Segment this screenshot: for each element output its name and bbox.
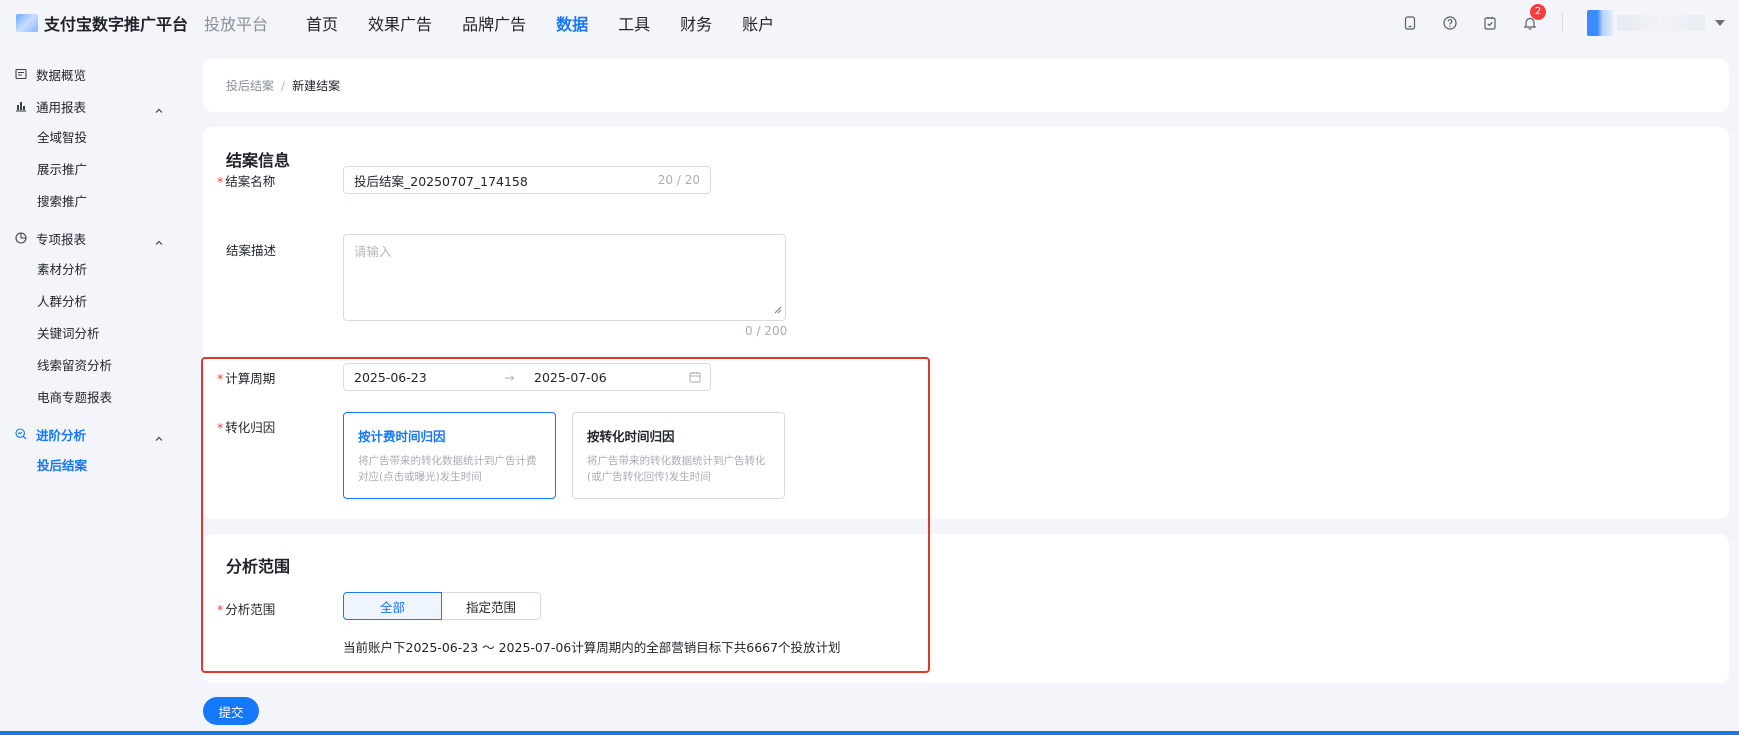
scope-label: * 分析范围 (217, 602, 276, 617)
resize-grip-icon[interactable] (774, 302, 782, 317)
bar-chart-icon (14, 99, 28, 113)
nav-finance[interactable]: 财务 (680, 11, 712, 35)
scope-summary-text: 当前账户下2025-06-23 ～ 2025-07-06计算周期内的全部营销目标… (343, 640, 841, 655)
nav-account[interactable]: 账户 (742, 11, 774, 35)
case-name-value: 投后结案_20250707_174158 (354, 173, 528, 189)
case-name-label: * 结案名称 (217, 174, 276, 189)
date-range-arrow-icon: → (504, 370, 515, 385)
period-label: * 计算周期 (217, 371, 276, 386)
sidebar-group-label: 专项报表 (36, 231, 87, 247)
attribution-label: * 转化归因 (217, 420, 276, 435)
date-range-picker[interactable]: 2025-06-23 → 2025-07-06 (343, 363, 711, 391)
task-check-icon[interactable] (1482, 15, 1498, 31)
nav-data[interactable]: 数据 (556, 11, 588, 35)
bottom-accent-line (0, 731, 1739, 735)
breadcrumb-current: 新建结案 (292, 79, 341, 93)
analysis-scope-card: 分析范围 * 分析范围 全部 指定范围 当前账户下2025-06-23 ～ 202… (203, 534, 1729, 683)
case-info-card: 结案信息 * 结案名称 投后结案_20250707_174158 20 / 20 … (203, 127, 1729, 519)
scope-option-custom[interactable]: 指定范围 (442, 592, 541, 620)
sidebar-group-special-reports[interactable]: 专项报表 (0, 222, 190, 254)
sidebar-group-label: 通用报表 (36, 99, 87, 115)
magnify-chart-icon (14, 427, 28, 441)
required-mark: * (217, 420, 224, 435)
required-mark: * (217, 602, 224, 617)
attribution-option-billing[interactable]: 按计费时间归因 将广告带来的转化数据统计到广告计费对应(点击或曝光)发生时间 (343, 412, 556, 499)
breadcrumb-separator: / (281, 78, 286, 93)
char-count: 20 / 20 (657, 173, 700, 187)
case-name-input[interactable]: 投后结案_20250707_174158 20 / 20 (343, 166, 711, 194)
pie-chart-icon (14, 231, 28, 245)
sidebar-item-lead-analysis[interactable]: 线索留资分析 (0, 350, 190, 382)
nav-brand-ads[interactable]: 品牌广告 (462, 11, 526, 35)
sidebar-item-audience-analysis[interactable]: 人群分析 (0, 286, 190, 318)
divider (1562, 13, 1563, 33)
option-desc: 将广告带来的转化数据统计到广告转化(或广告转化回传)发生时间 (587, 455, 766, 483)
sidebar-item-full-domain[interactable]: 全域智投 (0, 122, 190, 154)
date-start[interactable]: 2025-06-23 (354, 370, 427, 385)
chevron-up-icon (154, 429, 164, 448)
platform-subtitle: 投放平台 (204, 15, 269, 34)
option-title: 按转化时间归因 (587, 429, 675, 444)
sidebar-item-post-campaign[interactable]: 投后结案 (0, 450, 190, 482)
sidebar-item-display-promo[interactable]: 展示推广 (0, 154, 190, 186)
dashboard-icon (14, 67, 28, 81)
required-mark: * (217, 371, 224, 386)
brand-name: 支付宝数字推广平台 (44, 15, 189, 34)
account-caret-down-icon[interactable] (1715, 20, 1725, 26)
submit-button[interactable]: 提交 (203, 697, 259, 725)
sidebar-item-material-analysis[interactable]: 素材分析 (0, 254, 190, 286)
help-icon[interactable] (1442, 15, 1458, 31)
attribution-option-conversion[interactable]: 按转化时间归因 将广告带来的转化数据统计到广告转化(或广告转化回传)发生时间 (572, 412, 785, 499)
nav-performance-ads[interactable]: 效果广告 (368, 11, 432, 35)
nav-tools[interactable]: 工具 (618, 11, 650, 35)
mobile-icon[interactable] (1402, 15, 1418, 31)
account-name-blurred[interactable] (1617, 15, 1705, 31)
brand-logo[interactable]: 支付宝数字推广平台 投放平台 (16, 11, 268, 35)
section-title: 结案信息 (226, 151, 291, 170)
section-title: 分析范围 (226, 557, 291, 576)
chevron-up-icon (154, 233, 164, 252)
bell-icon[interactable]: 2 (1522, 4, 1546, 31)
top-bar: 支付宝数字推广平台 投放平台 首页 效果广告 品牌广告 数据 工具 财务 账户 … (0, 0, 1739, 46)
sidebar-item-label: 数据概览 (36, 67, 87, 83)
option-title: 按计费时间归因 (358, 429, 446, 444)
date-end[interactable]: 2025-07-06 (534, 370, 607, 385)
sidebar-group-advanced[interactable]: 进阶分析 (0, 418, 190, 450)
notification-badge: 2 (1530, 4, 1546, 20)
desc-char-count: 0 / 200 (745, 324, 788, 338)
top-right-tools: 2 (1378, 0, 1725, 46)
avatar[interactable] (1587, 10, 1613, 36)
required-mark: * (217, 174, 224, 189)
chevron-up-icon (154, 101, 164, 120)
case-desc-label: 结案描述 (226, 243, 277, 258)
breadcrumb: 投后结案 / 新建结案 (203, 59, 1729, 112)
calendar-icon[interactable] (689, 371, 701, 386)
sidebar-group-label: 进阶分析 (36, 427, 87, 443)
breadcrumb-parent[interactable]: 投后结案 (226, 77, 274, 94)
sidebar-item-keyword-analysis[interactable]: 关键词分析 (0, 318, 190, 350)
case-desc-textarea[interactable]: 请输入 (343, 234, 786, 321)
option-desc: 将广告带来的转化数据统计到广告计费对应(点击或曝光)发生时间 (358, 455, 537, 483)
nav-home[interactable]: 首页 (306, 11, 338, 35)
sidebar-item-search-promo[interactable]: 搜索推广 (0, 186, 190, 218)
top-nav: 首页 效果广告 品牌广告 数据 工具 财务 账户 (306, 11, 804, 35)
sidebar: 数据概览 通用报表 全域智投 展示推广 搜索推广 专项报表 素材分析 人群分析 … (0, 58, 190, 482)
sidebar-group-general-reports[interactable]: 通用报表 (0, 90, 190, 122)
sidebar-item-ecommerce-report[interactable]: 电商专题报表 (0, 382, 190, 414)
brand-logo-mark (16, 14, 38, 32)
sidebar-item-overview[interactable]: 数据概览 (0, 58, 190, 90)
case-desc-placeholder: 请输入 (354, 244, 392, 259)
scope-segmented-control: 全部 指定范围 (343, 592, 541, 620)
scope-option-all[interactable]: 全部 (343, 592, 442, 620)
